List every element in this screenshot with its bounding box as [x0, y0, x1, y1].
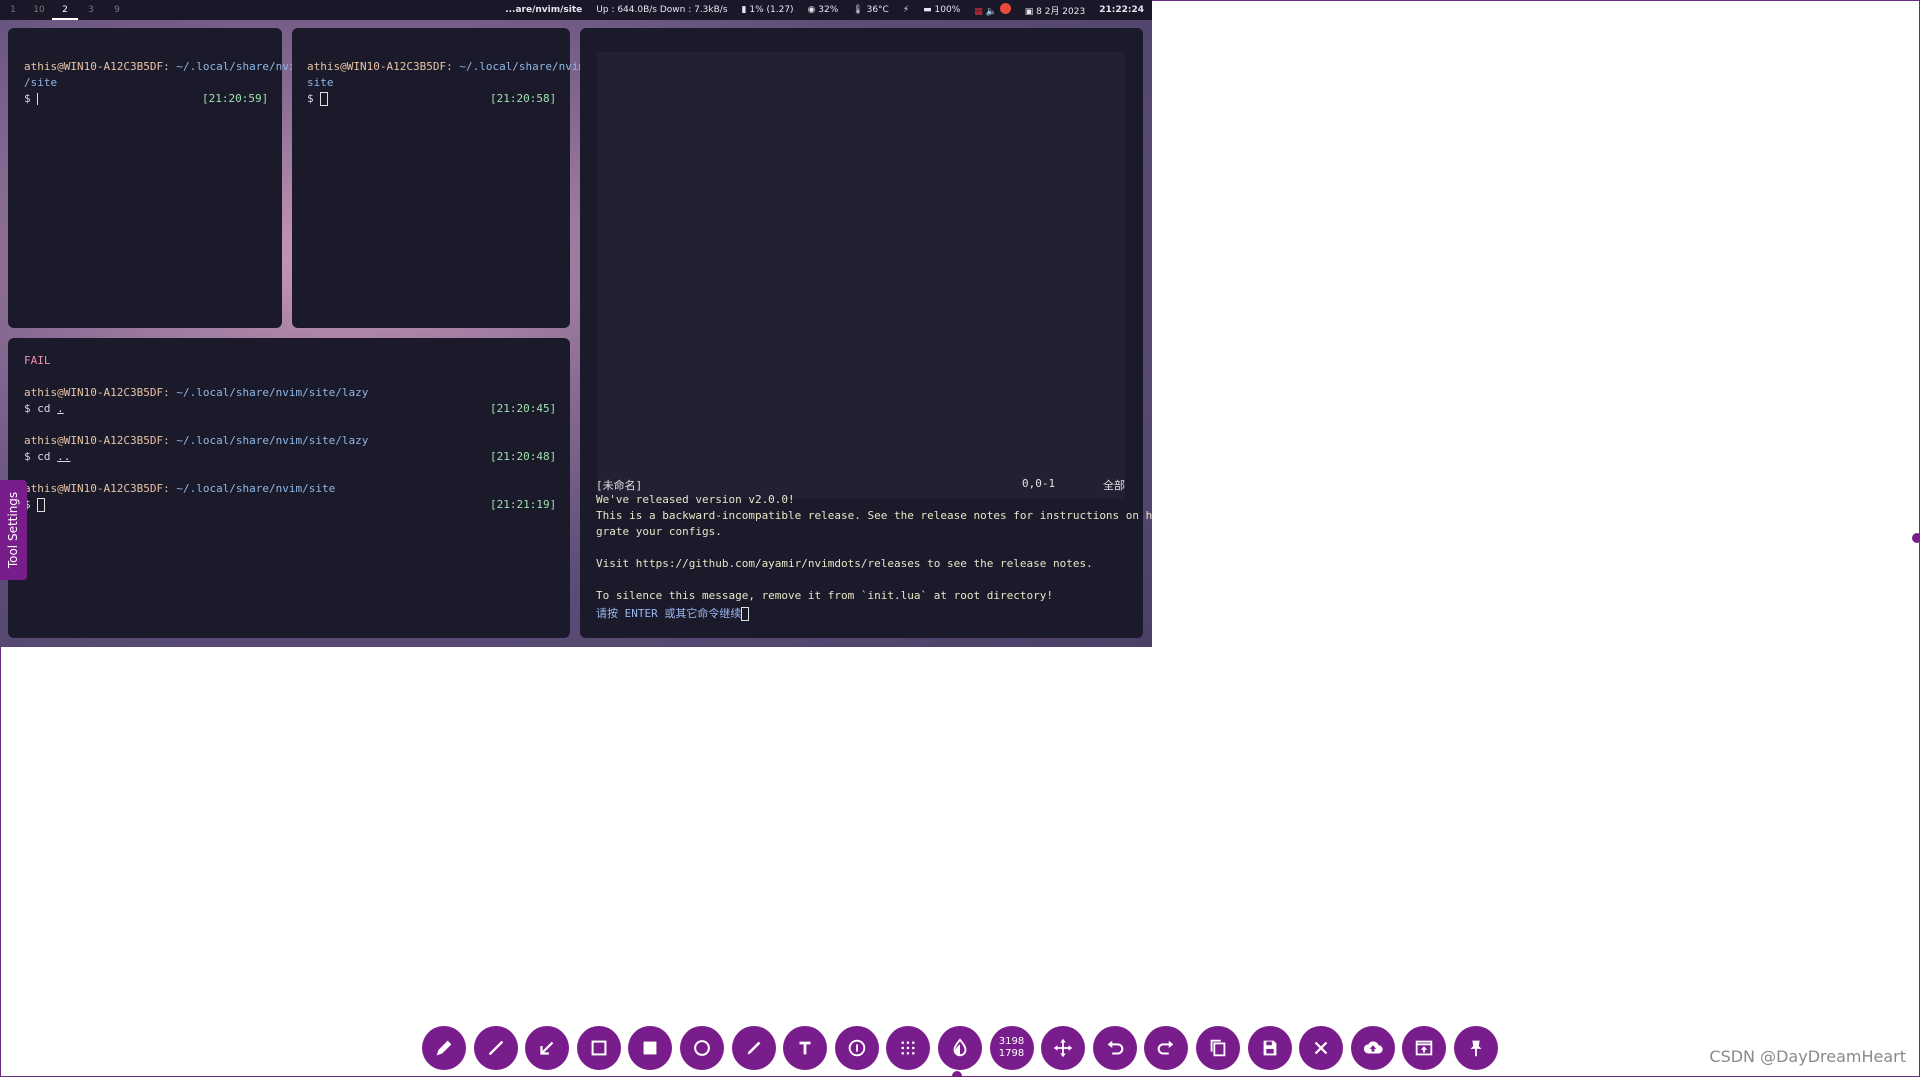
prompt-symbol: $ [24, 92, 31, 105]
workspace-9[interactable]: 9 [104, 0, 130, 20]
rectangle-outline-icon[interactable] [576, 1026, 621, 1070]
invert-icon[interactable] [937, 1026, 982, 1070]
timestamp: [21:20:58] [490, 92, 557, 105]
bolt-icon: ⚡ [902, 5, 910, 15]
rectangle-filled-icon[interactable] [628, 1026, 673, 1070]
app-tray-icon[interactable] [999, 3, 1011, 14]
pin-icon[interactable] [1453, 1026, 1498, 1070]
cursor [741, 607, 750, 621]
window-path: ...are/nvim/site [505, 5, 583, 15]
message-line: Visit https://github.com/ayamir/nvimdots… [596, 557, 1093, 570]
workspace-10[interactable]: 10 [26, 0, 52, 20]
message-line: We've released version v2.0.0! [596, 493, 795, 506]
prompt-path: ~/.local/share/nvim/site [176, 482, 336, 495]
timestamp: [21:20:48] [490, 450, 557, 463]
line-icon[interactable] [473, 1026, 518, 1070]
upload-icon[interactable] [1350, 1026, 1395, 1070]
undo-icon[interactable] [1092, 1026, 1137, 1070]
prompt-user: athis@WIN10-A12C3B5DF: [24, 386, 170, 399]
fail-text: FAIL [24, 354, 51, 367]
annotation-toolbar: 3198 1798 [422, 1026, 1498, 1070]
terminal-pane-3[interactable]: FAIL athis@WIN10-A12C3B5DF: ~/.local/sha… [8, 338, 570, 638]
command: $ cd [24, 450, 58, 463]
command-arg: .. [57, 450, 71, 463]
network-speed: Up : 644.0B/s Down : 7.3kB/s [596, 5, 728, 15]
copy-icon[interactable] [1195, 1026, 1240, 1070]
tray-icons[interactable]: ▦ 🔈 [974, 3, 1011, 17]
workspace-2[interactable]: 2 [52, 0, 78, 20]
terminal-pane-1[interactable]: athis@WIN10-A12C3B5DF: ~/.local/share/nv… [8, 28, 302, 328]
timestamp: [21:20:59] [202, 92, 269, 105]
pixelate-icon[interactable] [886, 1026, 931, 1070]
open-app-icon[interactable] [1402, 1026, 1447, 1070]
prompt-path: ~/.local/share/nvim [176, 60, 303, 73]
move-icon[interactable] [1041, 1026, 1086, 1070]
toolbar-indicator [952, 1071, 962, 1077]
message-line: grate your configs. [596, 525, 722, 538]
temperature: 🌡 36°C [852, 5, 889, 15]
cpu-usage: ▮ 1% (1.27) [741, 5, 794, 15]
command: $ cd [24, 402, 58, 415]
cursor [37, 93, 39, 105]
timestamp: [21:20:45] [490, 402, 557, 415]
text-icon[interactable] [783, 1026, 828, 1070]
nvim-pane[interactable]: [未命名] 0,0-1 全部 We've released version v2… [580, 28, 1152, 638]
mem-usage: ◉ 32% [807, 5, 839, 15]
size-readout[interactable]: 3198 1798 [989, 1026, 1034, 1070]
redo-icon[interactable] [1144, 1026, 1189, 1070]
date: ▣ 8 2月 2023 [1024, 6, 1086, 17]
prompt-user: athis@WIN10-A12C3B5DF: [24, 434, 170, 447]
clock: 21:22:24 [1099, 5, 1144, 15]
timestamp: [21:21:19] [490, 498, 557, 511]
workspace-3[interactable]: 3 [78, 0, 104, 20]
workspace-1[interactable]: 1 [0, 0, 26, 20]
terminal-pane-2[interactable]: athis@WIN10-A12C3B5DF: ~/.local/share/nv… [292, 28, 592, 328]
message-line: This is a backward-incompatible release.… [596, 509, 1152, 522]
marker-icon[interactable] [731, 1026, 776, 1070]
prompt-path: ~/.local/share/nvim/site/lazy [176, 434, 369, 447]
side-handle[interactable] [1912, 533, 1920, 543]
prompt-user: athis@WIN10-A12C3B5DF: [24, 482, 170, 495]
prompt-path-cont: site [307, 76, 334, 89]
screenshot-preview[interactable]: 1 10 2 3 9 ...are/nvim/site Up : 644.0B/… [0, 0, 1152, 647]
prompt-user: athis@WIN10-A12C3B5DF: [307, 60, 453, 73]
counter-icon[interactable] [834, 1026, 879, 1070]
nvim-buffer[interactable] [597, 52, 1125, 499]
statusline-filename: [未命名] [596, 479, 643, 492]
arrow-icon[interactable] [525, 1026, 570, 1070]
workspace-switcher[interactable]: 1 10 2 3 9 [0, 0, 130, 20]
message-line: To silence this message, remove it from … [596, 589, 1053, 602]
circle-icon[interactable] [679, 1026, 724, 1070]
status-bar: 1 10 2 3 9 ...are/nvim/site Up : 644.0B/… [0, 0, 1152, 20]
battery: ▬ 100% [923, 5, 961, 15]
prompt-path: ~/.local/share/nvim/ [459, 60, 592, 73]
command-arg: . [57, 402, 64, 415]
cursor [37, 498, 46, 512]
size-height: 1798 [998, 1048, 1025, 1059]
watermark: CSDN @DayDreamHeart [1709, 1047, 1906, 1066]
close-icon[interactable] [1299, 1026, 1344, 1070]
statusline-position: 0,0-1 [1022, 477, 1056, 490]
prompt-symbol: $ [307, 92, 314, 105]
tool-settings-tab[interactable]: Tool Settings [0, 480, 27, 580]
prompt-path: ~/.local/share/nvim/site/lazy [176, 386, 369, 399]
cursor [320, 92, 329, 106]
size-width: 3198 [998, 1036, 1025, 1047]
save-icon[interactable] [1247, 1026, 1292, 1070]
enter-prompt: 请按 ENTER 或其它命令继续 [596, 607, 742, 620]
prompt-path-cont: /site [24, 76, 58, 89]
pencil-icon[interactable] [422, 1026, 466, 1070]
statusline-all: 全部 [1103, 479, 1125, 492]
prompt-user: athis@WIN10-A12C3B5DF: [24, 60, 170, 73]
